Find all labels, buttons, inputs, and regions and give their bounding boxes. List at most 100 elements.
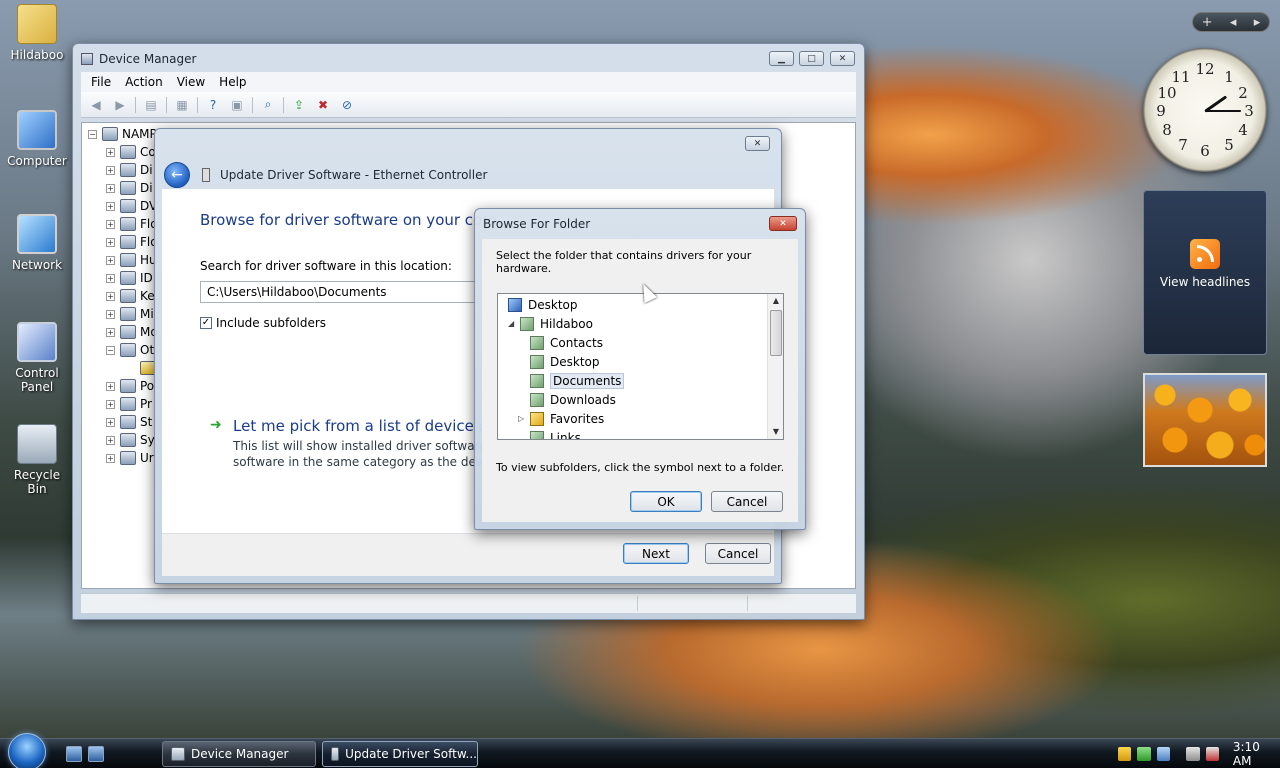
scroll-thumb[interactable] — [770, 310, 782, 356]
tree-item[interactable]: + Di — [106, 179, 153, 197]
taskbar-clock[interactable]: 3:10 AM — [1233, 740, 1280, 768]
tree-item[interactable]: + Pr — [106, 395, 152, 413]
tree-expander[interactable]: + — [106, 453, 115, 463]
ok-button[interactable]: OK — [630, 491, 702, 512]
folder-tree-item[interactable]: Desktop — [508, 295, 578, 314]
folder-tree-item[interactable]: Contacts — [530, 333, 603, 352]
tree-item[interactable]: + St — [106, 413, 152, 431]
tree-item[interactable]: + Ur — [106, 449, 154, 467]
scroll-down-arrow-icon[interactable]: ▼ — [768, 425, 783, 439]
desktop-icon-control-panel[interactable]: Control Panel — [4, 322, 70, 394]
menu-view[interactable]: View — [177, 75, 205, 89]
menu-action[interactable]: Action — [125, 75, 163, 89]
next-gadget-button[interactable]: ▸ — [1254, 15, 1261, 30]
desktop-icon-network[interactable]: Network — [4, 214, 70, 272]
folder-tree[interactable]: Desktop ◢ Hildaboo Contacts Desktop Docu… — [497, 293, 784, 440]
tree-item[interactable]: + Sy — [106, 431, 155, 449]
folder-tree-item[interactable]: Links — [530, 428, 581, 439]
tree-item[interactable]: + Flo — [106, 233, 158, 251]
next-button[interactable]: Next — [623, 543, 689, 564]
folder-tree-scrollbar[interactable]: ▲ ▼ — [767, 294, 783, 439]
start-button[interactable] — [8, 733, 46, 768]
folder-tree-item-selected[interactable]: Documents — [530, 371, 625, 390]
tree-expander[interactable]: + — [106, 219, 115, 229]
tree-expander[interactable]: + — [106, 237, 115, 247]
collapsed-triangle-icon[interactable]: ▷ — [518, 414, 528, 423]
tree-expander[interactable]: + — [106, 435, 115, 445]
cancel-button[interactable]: Cancel — [711, 491, 783, 512]
slideshow-gadget[interactable] — [1143, 373, 1267, 467]
menu-file[interactable]: File — [91, 75, 111, 89]
tree-item[interactable]: + ID — [106, 269, 153, 287]
feed-headlines-gadget[interactable]: View headlines — [1143, 190, 1267, 355]
tree-item[interactable]: − Ot — [106, 341, 154, 359]
forward-arrow-icon[interactable]: ▶ — [111, 97, 129, 113]
help-icon[interactable]: ? — [204, 97, 222, 113]
scroll-up-arrow-icon[interactable]: ▲ — [768, 294, 783, 308]
pick-from-list-link[interactable]: Let me pick from a list of device dri — [233, 417, 499, 435]
tree-expander[interactable]: + — [106, 309, 115, 319]
include-subfolders-checkbox[interactable]: ✓ Include subfolders — [200, 316, 326, 330]
folder-tree-item[interactable]: ◢ Hildaboo — [508, 314, 593, 333]
update-icon[interactable] — [1137, 747, 1151, 761]
tree-expander[interactable]: + — [106, 327, 115, 337]
tree-root[interactable]: − NAMP — [88, 125, 157, 143]
tree-item[interactable]: + DV — [106, 197, 157, 215]
tree-expander[interactable]: − — [88, 129, 97, 139]
tree-expander[interactable]: + — [106, 165, 115, 175]
disable-icon[interactable]: ⊘ — [338, 97, 356, 113]
uninstall-icon[interactable]: ✖ — [314, 97, 332, 113]
tree-expander[interactable]: − — [106, 345, 115, 355]
back-arrow-icon[interactable]: ◀ — [87, 97, 105, 113]
tree-item[interactable]: + Ke — [106, 287, 155, 305]
taskbar-button-update-driver[interactable]: Update Driver Softw... — [322, 741, 478, 767]
tree-expander[interactable]: + — [106, 201, 115, 211]
back-arrow-icon[interactable]: ← — [164, 162, 190, 188]
checkbox-box[interactable]: ✓ — [200, 317, 212, 329]
tree-item[interactable]: + Co — [106, 143, 156, 161]
desktop-icon-computer[interactable]: Computer — [4, 110, 70, 168]
maximize-button[interactable]: □ — [799, 51, 824, 66]
tree-item[interactable]: + Mo — [106, 323, 158, 341]
clock-gadget[interactable]: 12 1 2 3 4 5 6 7 8 9 10 11 — [1143, 48, 1267, 172]
tree-item[interactable]: + Po — [106, 377, 154, 395]
browse-titlebar[interactable]: Browse For Folder — [475, 209, 805, 239]
menu-help[interactable]: Help — [219, 75, 246, 89]
network-status-icon[interactable] — [1156, 747, 1171, 761]
tree-expander[interactable]: + — [106, 273, 115, 283]
tree-expander[interactable]: + — [106, 381, 115, 391]
security-shield-icon[interactable] — [1118, 747, 1132, 761]
properties-icon[interactable]: ▦ — [173, 97, 191, 113]
close-button[interactable]: ✕ — [769, 216, 797, 231]
folder-tree-item[interactable]: Downloads — [530, 390, 616, 409]
taskbar-button-device-manager[interactable]: Device Manager — [162, 741, 316, 767]
close-button[interactable]: ✕ — [830, 51, 855, 66]
add-gadget-button[interactable]: + — [1202, 15, 1213, 30]
tree-expander[interactable]: + — [106, 147, 115, 157]
console-tree-icon[interactable]: ▤ — [142, 97, 160, 113]
tree-expander[interactable]: + — [106, 399, 115, 409]
close-button[interactable]: ✕ — [745, 136, 770, 151]
device-manager-titlebar[interactable]: Device Manager — [73, 44, 864, 74]
tree-item[interactable]: + Mi — [106, 305, 154, 323]
show-hide-pane-icon[interactable]: ▣ — [228, 97, 246, 113]
network-disconnected-icon[interactable] — [1186, 747, 1200, 761]
previous-gadget-button[interactable]: ◂ — [1230, 15, 1237, 30]
show-desktop-icon[interactable] — [66, 746, 82, 762]
cancel-button[interactable]: Cancel — [705, 543, 771, 564]
tree-item[interactable]: + Flo — [106, 215, 158, 233]
volume-muted-icon[interactable] — [1205, 747, 1219, 761]
folder-tree-item[interactable]: Desktop — [530, 352, 600, 371]
tree-expander[interactable]: + — [106, 291, 115, 301]
folder-tree-item[interactable]: ▷ Favorites — [518, 409, 604, 428]
tree-expander[interactable]: + — [106, 417, 115, 427]
tree-item[interactable]: + Di — [106, 161, 153, 179]
scan-hardware-icon[interactable]: ⌕ — [259, 97, 277, 113]
update-driver-icon[interactable]: ⇪ — [290, 97, 308, 113]
minimize-button[interactable]: ▁ — [769, 51, 794, 66]
desktop-icon-recycle-bin[interactable]: Recycle Bin — [4, 424, 70, 496]
tree-item[interactable]: + Hu — [106, 251, 157, 269]
tree-expander[interactable]: + — [106, 255, 115, 265]
desktop-icon-hildaboo[interactable]: Hildaboo — [4, 4, 70, 62]
switch-windows-icon[interactable] — [88, 746, 104, 762]
